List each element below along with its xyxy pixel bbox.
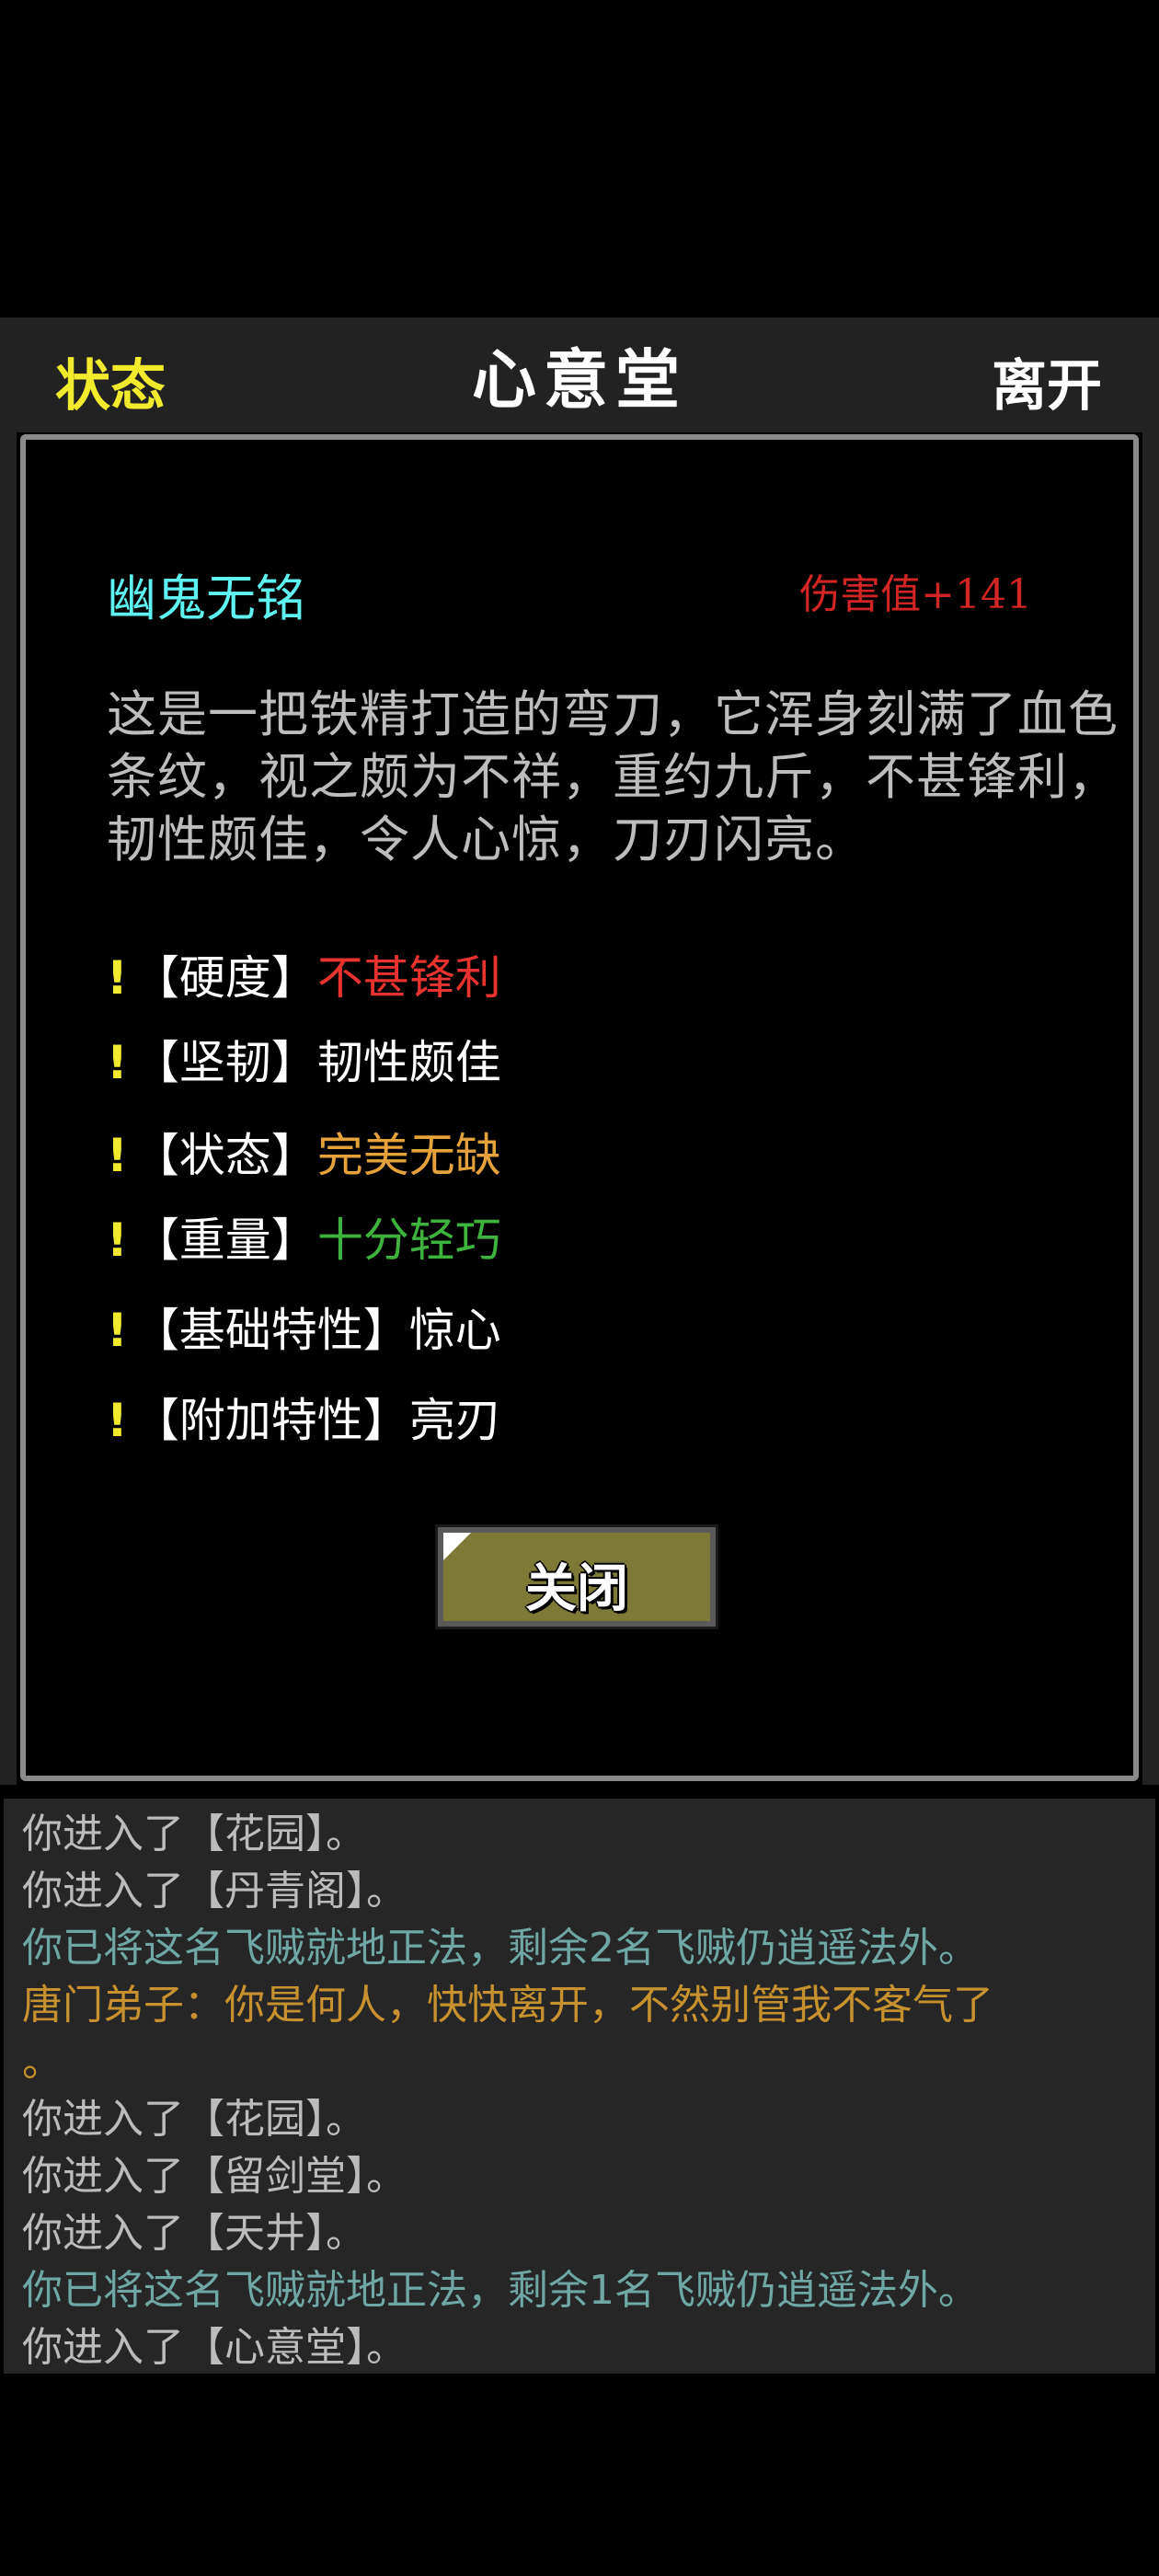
log-line: 你进入了【留剑堂】。: [22, 2153, 407, 2200]
stat-value: 不甚锋利: [316, 951, 501, 1005]
alert-icon: !: [107, 1394, 128, 1447]
log-line: 唐门弟子：你是何人，快快离开，不然别管我不客气了: [22, 1982, 993, 2029]
close-button-label: 关闭: [525, 1559, 628, 1619]
alert-icon: !: [107, 1036, 128, 1089]
top-bar: 状态 心意堂 离开: [0, 317, 1159, 432]
alert-icon: !: [107, 1304, 128, 1357]
stat-row-condition: ! 【状态】完美无缺: [107, 1119, 501, 1185]
stat-label: 【硬度】: [132, 951, 317, 1005]
item-description: 这是一把铁精打造的弯刀，它浑身刻满了血色条纹，视之颇为不祥，重约九斤，不甚锋利，…: [107, 685, 1119, 868]
log-line: 你进入了【丹青阁】。: [22, 1868, 407, 1915]
stat-label: 【基础特性】: [132, 1304, 409, 1357]
stat-label: 【附加特性】: [132, 1394, 409, 1447]
stat-row-hardness: ! 【硬度】不甚锋利: [107, 941, 501, 1007]
close-button[interactable]: 关闭: [435, 1524, 718, 1629]
stat-row-extra-trait: ! 【附加特性】亮刃: [107, 1384, 501, 1450]
stat-value: 韧性颇佳: [316, 1036, 501, 1089]
log-line: 你进入了【心意堂】。: [22, 2324, 407, 2371]
log-line: 你进入了【花园】。: [22, 2096, 366, 2143]
message-log[interactable]: 你进入了【花园】。 你进入了【丹青阁】。 你已将这名飞贼就地正法，剩余2名飞贼仍…: [4, 1799, 1155, 2374]
item-name: 幽鬼无铭: [107, 569, 305, 627]
log-line: 你进入了【花园】。: [22, 1811, 366, 1857]
item-detail-dialog: 幽鬼无铭 伤害值+141 这是一把铁精打造的弯刀，它浑身刻满了血色条纹，视之颇为…: [20, 434, 1139, 1781]
alert-icon: !: [107, 1129, 128, 1182]
alert-icon: !: [107, 951, 128, 1005]
alert-icon: !: [107, 1213, 128, 1267]
location-title: 心意堂: [472, 341, 687, 418]
log-line: 。: [22, 2039, 63, 2086]
stat-row-base-trait: ! 【基础特性】惊心: [107, 1294, 501, 1360]
stat-row-weight: ! 【重量】十分轻巧: [107, 1203, 501, 1270]
log-line: 你进入了【天井】。: [22, 2210, 366, 2257]
item-damage: 伤害值+141: [799, 571, 1032, 618]
stat-value: 十分轻巧: [316, 1213, 501, 1267]
stat-value: 惊心: [408, 1304, 501, 1357]
stat-label: 【重量】: [132, 1213, 317, 1267]
stat-value: 亮刃: [408, 1394, 501, 1447]
stat-value: 完美无缺: [316, 1129, 501, 1182]
log-line: 你已将这名飞贼就地正法，剩余1名飞贼仍逍遥法外。: [22, 2267, 979, 2314]
background-panel-left: [0, 432, 17, 1785]
stat-label: 【状态】: [132, 1129, 317, 1182]
log-line: 你已将这名飞贼就地正法，剩余2名飞贼仍逍遥法外。: [22, 1925, 979, 1972]
background-panel-right: [1142, 432, 1159, 1785]
leave-button[interactable]: 离开: [992, 341, 1102, 421]
stat-label: 【坚韧】: [132, 1036, 317, 1089]
stat-row-toughness: ! 【坚韧】韧性颇佳: [107, 1026, 501, 1092]
